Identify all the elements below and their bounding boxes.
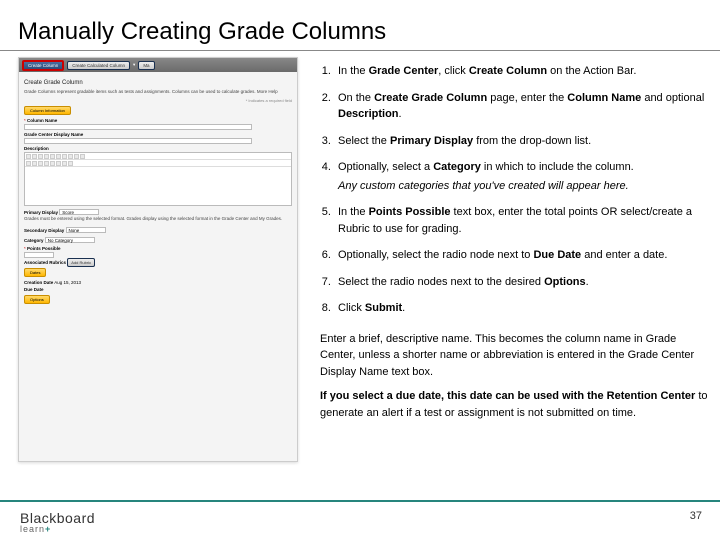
required-star-icon: * (24, 118, 26, 123)
column-name-input[interactable] (24, 124, 252, 130)
indicator-text: * Indicates a required field (246, 98, 292, 103)
rte-textarea[interactable] (25, 167, 291, 205)
step-text: In the Points Possible text box, enter t… (338, 204, 708, 237)
display-name-input[interactable] (24, 138, 252, 144)
step-text: Select the radio nodes next to the desir… (338, 274, 708, 291)
create-column-button[interactable]: Create Column (22, 60, 64, 71)
label-rubrics: Associated Rubrics (24, 260, 66, 265)
label-primary-display: Primary Display (24, 210, 58, 215)
step-note: Any custom categories that you've create… (338, 178, 708, 195)
primary-display-hint: Grades must be entered using the selecte… (24, 216, 292, 222)
section-column-information: Column Information (24, 106, 71, 115)
rte-toolbar-2 (25, 160, 291, 167)
instruction-step: Select the radio nodes next to the desir… (334, 270, 708, 297)
label-column-name: Column Name (27, 118, 57, 123)
footer-bar: Blackboard learn+ 37 (0, 500, 720, 540)
instruction-step: Optionally, select a Category in which t… (334, 155, 708, 200)
paragraph-2: If you select a due date, this date can … (318, 388, 708, 421)
primary-display-select[interactable]: Score (59, 209, 99, 215)
screenshot-thumbnail: Create Column Create Calculated Column ▾… (18, 57, 298, 462)
create-calculated-column-button[interactable]: Create Calculated Column (67, 61, 130, 70)
step-text: Optionally, select the radio node next t… (338, 247, 708, 264)
instruction-step: On the Create Grade Column page, enter t… (334, 86, 708, 129)
instructions: In the Grade Center, click Create Column… (298, 57, 720, 462)
manage-button[interactable]: Ma (138, 61, 154, 70)
points-possible-input[interactable] (24, 252, 54, 258)
instruction-step: Optionally, select the radio node next t… (334, 243, 708, 270)
thumb-blurb: Grade Columns represent gradable items s… (24, 89, 292, 95)
instruction-step: In the Grade Center, click Create Column… (334, 59, 708, 86)
creation-date-value: Aug 15, 2013 (54, 280, 81, 285)
label-creation-date: Creation Date (24, 280, 53, 285)
label-display-name: Grade Center Display Name (24, 132, 83, 137)
section-options: Options (24, 295, 50, 304)
instruction-step: Click Submit. (334, 296, 708, 323)
secondary-display-select[interactable]: None (66, 227, 106, 233)
label-secondary-display: Secondary Display (24, 228, 64, 233)
instruction-step: In the Points Possible text box, enter t… (334, 200, 708, 243)
thumb-page-heading: Create Grade Column (24, 77, 292, 89)
add-rubric-button[interactable]: Add Rubric (67, 258, 95, 267)
label-due-date: Due Date (24, 287, 44, 292)
section-dates: Dates (24, 268, 46, 277)
blackboard-logo: Blackboard learn+ (20, 510, 95, 534)
page-title: Manually Creating Grade Columns (0, 0, 720, 51)
label-category: Category (24, 238, 44, 243)
instruction-step: Select the Primary Display from the drop… (334, 129, 708, 156)
step-text: On the Create Grade Column page, enter t… (338, 90, 708, 123)
paragraph-1: Enter a brief, descriptive name. This be… (318, 331, 708, 381)
category-select[interactable]: No Category (45, 237, 95, 243)
label-description: Description (24, 146, 49, 151)
step-text: Select the Primary Display from the drop… (338, 133, 708, 150)
step-text: In the Grade Center, click Create Column… (338, 63, 708, 80)
thumb-action-bar: Create Column Create Calculated Column ▾… (19, 58, 297, 72)
step-text: Click Submit. (338, 300, 708, 317)
required-star-icon: * (24, 246, 26, 251)
content-row: Create Column Create Calculated Column ▾… (0, 57, 720, 462)
page-number: 37 (690, 510, 702, 522)
step-text: Optionally, select a Category in which t… (338, 159, 708, 176)
description-editor[interactable] (24, 152, 292, 206)
rte-toolbar-1 (25, 153, 291, 160)
instruction-list: In the Grade Center, click Create Column… (318, 59, 708, 323)
chevron-down-icon: ▾ (133, 62, 135, 68)
label-points-possible: Points Possible (27, 246, 61, 251)
